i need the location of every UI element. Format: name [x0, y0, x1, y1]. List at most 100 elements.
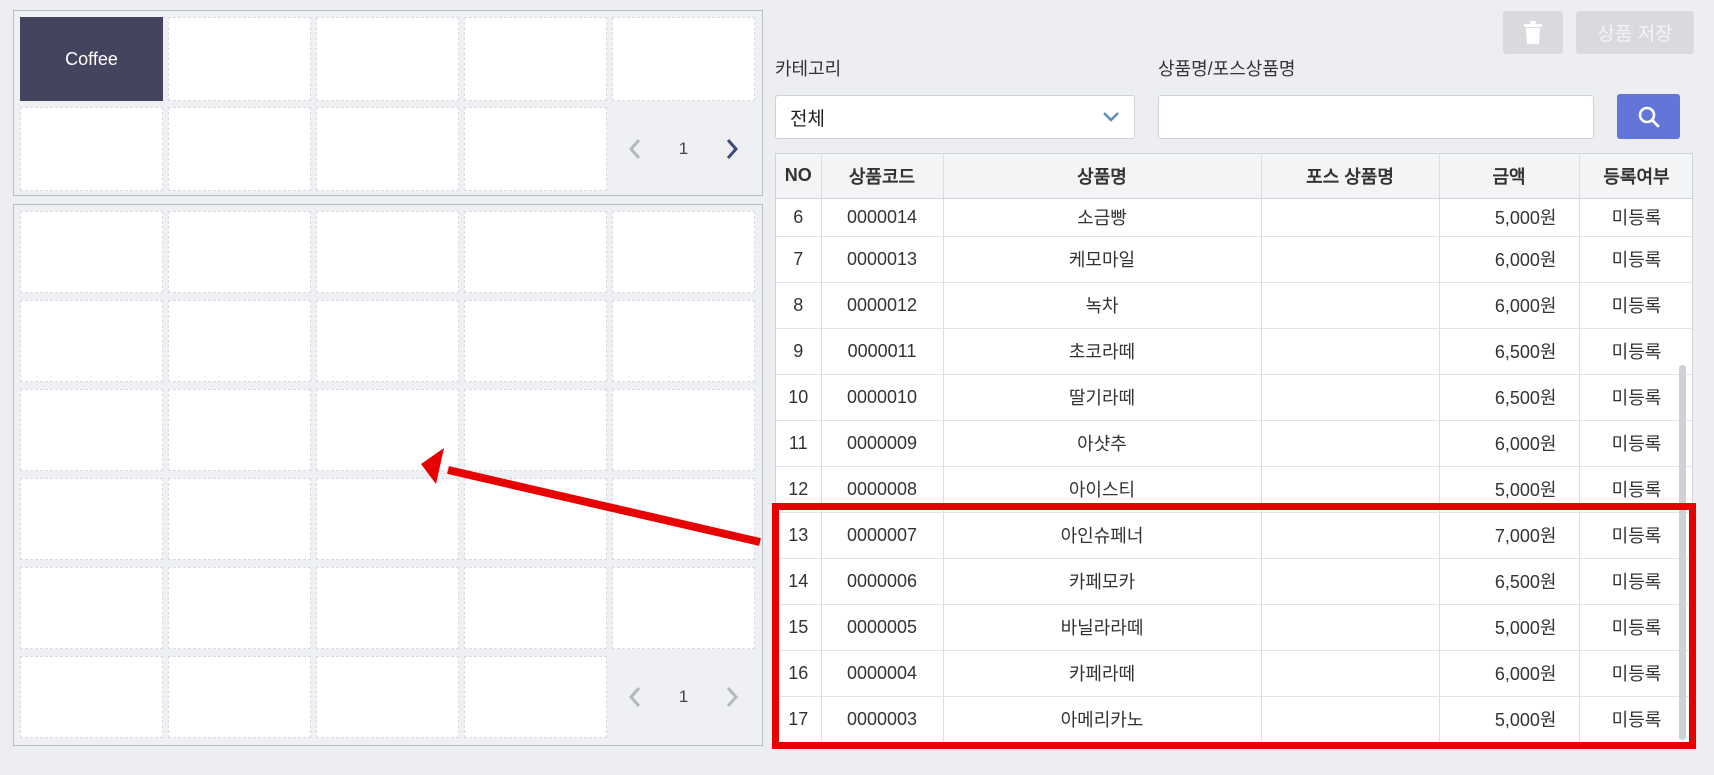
product-tile-empty[interactable]: [168, 300, 311, 382]
cell-price: 6,000원: [1439, 236, 1580, 283]
category-tile-empty[interactable]: [612, 17, 755, 101]
cell-status: 미등록: [1579, 282, 1692, 329]
column-header-pos-name[interactable]: 포스 상품명: [1261, 154, 1440, 199]
prev-page-button[interactable]: [620, 134, 650, 164]
cell-code: 0000004: [821, 650, 944, 697]
category-grid-panel: Coffee 1: [13, 10, 763, 196]
product-tile-empty[interactable]: [20, 478, 163, 560]
column-header-no[interactable]: NO: [776, 154, 822, 199]
product-tile-empty[interactable]: [464, 656, 607, 738]
cell-code: 0000008: [821, 466, 944, 513]
table-row[interactable]: 10 0000010 딸기라떼 6,500원 미등록: [776, 374, 1692, 421]
cell-no: 12: [776, 466, 822, 513]
next-page-button[interactable]: [717, 134, 747, 164]
page-number: 1: [678, 687, 689, 706]
cell-pos-name: [1261, 512, 1440, 559]
column-header-name[interactable]: 상품명: [943, 154, 1262, 199]
cell-name: 아이스티: [943, 466, 1262, 513]
category-tile-empty[interactable]: [316, 107, 459, 191]
product-tile-empty[interactable]: [612, 389, 755, 471]
prev-page-button[interactable]: [620, 682, 650, 712]
cell-no: 17: [776, 696, 822, 742]
product-tile-empty[interactable]: [20, 389, 163, 471]
cell-name: 소금빵: [943, 198, 1262, 237]
product-tile-empty[interactable]: [168, 656, 311, 738]
column-header-price[interactable]: 금액: [1439, 154, 1580, 199]
category-tile-empty[interactable]: [20, 107, 163, 191]
table-row[interactable]: 16 0000004 카페라떼 6,000원 미등록: [776, 650, 1692, 697]
category-tile-empty[interactable]: [464, 107, 607, 191]
product-tile-empty[interactable]: [464, 478, 607, 560]
chevron-right-icon: [726, 139, 739, 159]
table-row[interactable]: 15 0000005 바닐라라떼 5,000원 미등록: [776, 604, 1692, 651]
cell-status: 미등록: [1579, 604, 1692, 651]
column-header-status[interactable]: 등록여부: [1579, 154, 1692, 199]
product-tile-empty[interactable]: [316, 478, 459, 560]
cell-name: 딸기라떼: [943, 374, 1262, 421]
table-row[interactable]: 8 0000012 녹차 6,000원 미등록: [776, 282, 1692, 329]
cell-status: 미등록: [1579, 328, 1692, 375]
category-label: 카테고리: [775, 59, 842, 79]
category-tile-empty[interactable]: [464, 17, 607, 101]
category-select[interactable]: 전체: [775, 95, 1135, 139]
table-scrollbar[interactable]: [1679, 365, 1686, 740]
cell-name: 카페모카: [943, 558, 1262, 605]
table-row[interactable]: 13 0000007 아인슈페너 7,000원 미등록: [776, 512, 1692, 559]
category-tile-empty[interactable]: [168, 107, 311, 191]
cell-pos-name: [1261, 604, 1440, 651]
product-tile-empty[interactable]: [464, 211, 607, 293]
chevron-down-icon: [1103, 112, 1119, 122]
cell-no: 15: [776, 604, 822, 651]
cell-price: 6,500원: [1439, 374, 1580, 421]
category-tile-empty[interactable]: [316, 17, 459, 101]
cell-price: 5,000원: [1439, 696, 1580, 742]
cell-status: 미등록: [1579, 198, 1692, 237]
product-tile-empty[interactable]: [316, 211, 459, 293]
table-row[interactable]: 7 0000013 케모마일 6,000원 미등록: [776, 236, 1692, 283]
product-tile-empty[interactable]: [612, 478, 755, 560]
product-tile-empty[interactable]: [316, 300, 459, 382]
product-tile-empty[interactable]: [316, 567, 459, 649]
table-row[interactable]: 6 0000014 소금빵 5,000원 미등록: [776, 198, 1692, 237]
cell-pos-name: [1261, 558, 1440, 605]
cell-price: 6,500원: [1439, 328, 1580, 375]
table-row[interactable]: 12 0000008 아이스티 5,000원 미등록: [776, 466, 1692, 513]
product-tile-empty[interactable]: [464, 300, 607, 382]
product-tile-empty[interactable]: [612, 300, 755, 382]
search-icon: [1638, 106, 1659, 127]
column-header-code[interactable]: 상품코드: [821, 154, 944, 199]
product-name-search-input[interactable]: [1158, 95, 1594, 139]
category-tile-coffee[interactable]: Coffee: [20, 17, 163, 101]
cell-no: 10: [776, 374, 822, 421]
delete-button[interactable]: [1503, 11, 1563, 54]
product-tile-empty[interactable]: [612, 567, 755, 649]
product-tile-empty[interactable]: [20, 656, 163, 738]
product-tile-empty[interactable]: [20, 567, 163, 649]
table-row[interactable]: 11 0000009 아샷추 6,000원 미등록: [776, 420, 1692, 467]
product-tile-empty[interactable]: [612, 211, 755, 293]
table-row[interactable]: 17 0000003 아메리카노 5,000원 미등록: [776, 696, 1692, 742]
product-tile-empty[interactable]: [20, 300, 163, 382]
cell-no: 16: [776, 650, 822, 697]
cell-pos-name: [1261, 420, 1440, 467]
save-product-button[interactable]: 상품 저장: [1576, 11, 1694, 54]
product-tile-empty[interactable]: [316, 656, 459, 738]
product-table: NO 상품코드 상품명 포스 상품명 금액 등록여부 6 0000014 소금빵 5,…: [775, 153, 1693, 743]
table-row[interactable]: 9 0000011 초코라떼 6,500원 미등록: [776, 328, 1692, 375]
search-button[interactable]: [1617, 94, 1680, 139]
product-tile-empty[interactable]: [20, 211, 163, 293]
table-row[interactable]: 14 0000006 카페모카 6,500원 미등록: [776, 558, 1692, 605]
cell-status: 미등록: [1579, 374, 1692, 421]
next-page-button[interactable]: [717, 682, 747, 712]
product-tile-empty[interactable]: [464, 389, 607, 471]
category-tile-empty[interactable]: [168, 17, 311, 101]
category-select-value: 전체: [790, 108, 825, 130]
product-tile-empty[interactable]: [168, 567, 311, 649]
product-tile-empty[interactable]: [168, 389, 311, 471]
cell-name: 아샷추: [943, 420, 1262, 467]
cell-name: 아인슈페너: [943, 512, 1262, 559]
product-tile-empty[interactable]: [464, 567, 607, 649]
product-tile-empty[interactable]: [316, 389, 459, 471]
product-tile-empty[interactable]: [168, 478, 311, 560]
product-tile-empty[interactable]: [168, 211, 311, 293]
